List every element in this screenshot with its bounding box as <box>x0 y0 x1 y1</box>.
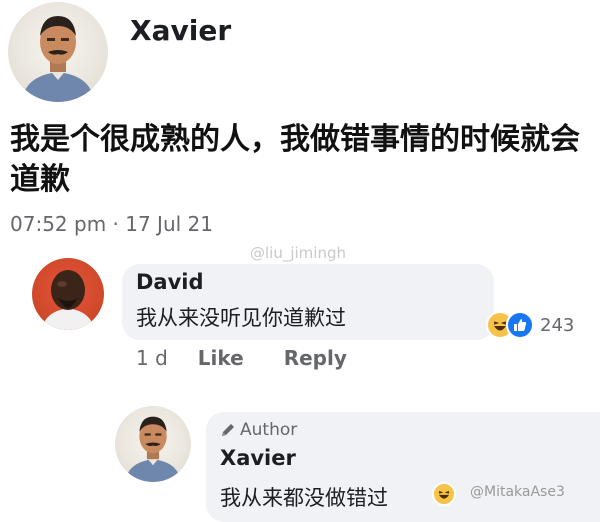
post-text: 我是个很成熟的人，我做错事情的时候就会道歉 <box>10 122 580 197</box>
haha-reaction-icon <box>432 482 456 506</box>
watermark-bottom: @MitakaAse3 <box>470 484 565 500</box>
author-badge-label: Author <box>240 420 298 440</box>
post-timestamp[interactable]: 07:52 pm · 17 Jul 21 <box>10 212 213 236</box>
comment-reactions[interactable]: 243 <box>486 310 574 340</box>
like-reaction-icon <box>506 311 534 339</box>
comment-text: 我从来没听见你道歉过 <box>136 306 346 330</box>
post-author-name[interactable]: Xavier <box>130 14 231 47</box>
reply-author-name[interactable]: Xavier <box>220 446 296 470</box>
post-author-avatar[interactable] <box>8 2 108 102</box>
watermark-top: @liu_jimingh <box>250 244 346 262</box>
pencil-icon <box>222 424 234 436</box>
comment-actions: 1 d Like Reply <box>136 346 347 370</box>
reply-author-avatar[interactable] <box>115 406 191 482</box>
social-post-screenshot: Xavier 我是个很成熟的人，我做错事情的时候就会道歉 07:52 pm · … <box>0 0 600 522</box>
author-badge: Author <box>220 420 297 440</box>
comment-author-name[interactable]: David <box>136 270 204 294</box>
comment-bubble: David 我从来没听见你道歉过 <box>122 264 494 340</box>
reply-button[interactable]: Reply <box>284 346 347 370</box>
reply-reactions[interactable] <box>432 482 456 506</box>
commenter-avatar[interactable] <box>32 258 104 330</box>
comment-time[interactable]: 1 d <box>136 346 168 370</box>
like-button[interactable]: Like <box>198 346 244 370</box>
reply-text: 我从来都没做错过 <box>220 486 388 510</box>
reaction-count: 243 <box>540 314 575 336</box>
